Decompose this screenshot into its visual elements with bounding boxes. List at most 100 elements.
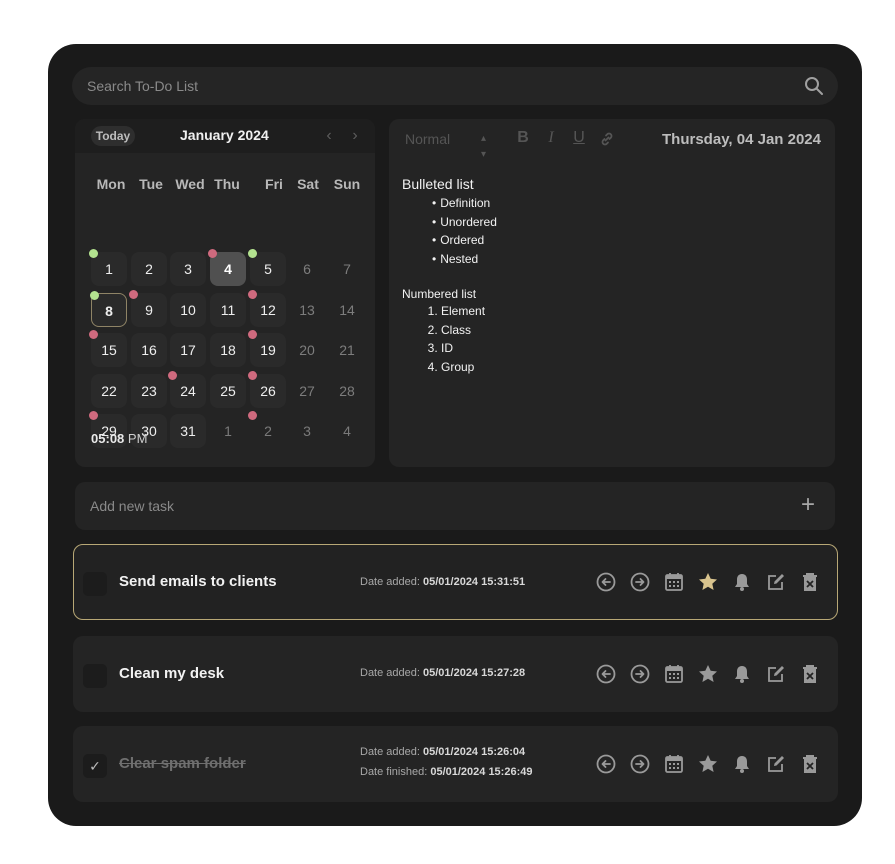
calendar-day[interactable]: 9 bbox=[129, 290, 167, 327]
task-checkbox[interactable] bbox=[83, 664, 107, 688]
move-next-icon[interactable] bbox=[629, 753, 651, 775]
list-item: Element bbox=[441, 302, 497, 321]
list-item: Definition bbox=[432, 194, 497, 213]
edit-icon[interactable] bbox=[765, 571, 787, 593]
calendar-day[interactable]: 3 bbox=[289, 414, 325, 448]
star-icon[interactable] bbox=[697, 753, 719, 775]
delete-icon[interactable] bbox=[799, 571, 821, 593]
bell-icon[interactable] bbox=[731, 663, 753, 685]
bell-icon[interactable] bbox=[731, 571, 753, 593]
event-dot bbox=[248, 290, 257, 299]
list-item: Group bbox=[441, 358, 497, 377]
calendar-day[interactable]: 5 bbox=[248, 249, 286, 286]
calendar-day[interactable]: 6 bbox=[289, 252, 325, 286]
link-icon[interactable] bbox=[599, 131, 615, 147]
calendar-day[interactable]: 28 bbox=[329, 374, 365, 408]
calendar-day[interactable]: 3 bbox=[170, 252, 206, 286]
task-actions bbox=[595, 571, 825, 593]
calendar-day[interactable]: 18 bbox=[210, 333, 246, 367]
task-item[interactable]: ✓ Clear spam folder Date added: 05/01/20… bbox=[73, 726, 838, 802]
search-bar bbox=[72, 67, 838, 105]
calendar-day[interactable]: 31 bbox=[170, 414, 206, 448]
numbered-list: Element Class ID Group bbox=[441, 302, 497, 376]
calendar-day[interactable]: 15 bbox=[89, 330, 127, 367]
task-name: Clear spam folder bbox=[119, 755, 246, 772]
calendar-day-selected[interactable]: 4 bbox=[208, 249, 246, 286]
event-dot bbox=[89, 411, 98, 420]
calendar-day-today[interactable]: 8 bbox=[90, 291, 127, 327]
weekday-label: Tue bbox=[139, 176, 163, 192]
calendar-day[interactable]: 1 bbox=[89, 249, 127, 286]
next-month-icon[interactable]: › bbox=[348, 127, 362, 145]
calendar-icon[interactable] bbox=[663, 663, 685, 685]
bell-icon[interactable] bbox=[731, 753, 753, 775]
italic-button[interactable]: I bbox=[543, 129, 559, 147]
calendar-day[interactable]: 1 bbox=[210, 414, 246, 448]
weekday-label: Thu bbox=[214, 176, 240, 192]
text-style-select[interactable]: Normal bbox=[405, 131, 450, 147]
calendar-icon[interactable] bbox=[663, 753, 685, 775]
task-item[interactable]: Clean my desk Date added: 05/01/2024 15:… bbox=[73, 636, 838, 712]
calendar-day[interactable]: 11 bbox=[210, 293, 246, 327]
star-icon[interactable] bbox=[697, 663, 719, 685]
event-dot bbox=[89, 330, 98, 339]
calendar-day[interactable]: 22 bbox=[91, 374, 127, 408]
calendar-day[interactable]: 23 bbox=[131, 374, 167, 408]
calendar-day[interactable]: 26 bbox=[248, 371, 286, 408]
note-content[interactable]: Bulleted list Definition Unordered Order… bbox=[402, 176, 497, 376]
add-task-input[interactable] bbox=[75, 482, 775, 530]
calendar-day[interactable]: 21 bbox=[329, 333, 365, 367]
delete-icon[interactable] bbox=[799, 663, 821, 685]
calendar-day[interactable]: 25 bbox=[210, 374, 246, 408]
move-next-icon[interactable] bbox=[629, 571, 651, 593]
calendar-day[interactable]: 2 bbox=[131, 252, 167, 286]
move-prev-icon[interactable] bbox=[595, 753, 617, 775]
time-display: 05:08 PM bbox=[91, 431, 148, 446]
edit-icon[interactable] bbox=[765, 753, 787, 775]
weekday-label: Sat bbox=[297, 176, 319, 192]
weekday-label: Sun bbox=[333, 176, 361, 192]
calendar-icon[interactable] bbox=[663, 571, 685, 593]
calendar-day[interactable]: 16 bbox=[131, 333, 167, 367]
plus-icon[interactable]: + bbox=[801, 493, 815, 517]
list-item: Ordered bbox=[432, 231, 497, 250]
calendar-day[interactable]: 14 bbox=[329, 293, 365, 327]
calendar-day[interactable]: 27 bbox=[289, 374, 325, 408]
event-dot bbox=[90, 291, 99, 300]
event-dot bbox=[208, 249, 217, 258]
calendar-day[interactable]: 24 bbox=[168, 371, 206, 408]
task-date-added: Date added: 05/01/2024 15:26:04 bbox=[360, 746, 526, 758]
move-prev-icon[interactable] bbox=[595, 663, 617, 685]
numbered-title: Numbered list bbox=[402, 287, 477, 301]
calendar-day[interactable]: 13 bbox=[289, 293, 325, 327]
move-prev-icon[interactable] bbox=[595, 571, 617, 593]
move-next-icon[interactable] bbox=[629, 663, 651, 685]
event-dot bbox=[168, 371, 177, 380]
calendar-day[interactable]: 7 bbox=[329, 252, 365, 286]
calendar-day[interactable]: 12 bbox=[248, 290, 286, 327]
calendar-day[interactable]: 20 bbox=[289, 333, 325, 367]
bold-button[interactable]: B bbox=[515, 129, 531, 147]
select-caret-icon[interactable]: ▴ ▾ bbox=[481, 131, 486, 163]
calendar-day[interactable]: 17 bbox=[170, 333, 206, 367]
underline-button[interactable]: U bbox=[571, 129, 587, 147]
delete-icon[interactable] bbox=[799, 753, 821, 775]
task-item[interactable]: Send emails to clients Date added: 05/01… bbox=[73, 544, 838, 620]
calendar-day[interactable]: 10 bbox=[170, 293, 206, 327]
list-item: Nested bbox=[432, 250, 497, 269]
star-icon[interactable] bbox=[697, 571, 719, 593]
prev-month-icon[interactable]: ‹ bbox=[322, 127, 336, 145]
search-input[interactable] bbox=[72, 67, 792, 105]
task-checkbox[interactable] bbox=[83, 572, 107, 596]
calendar-day[interactable]: 19 bbox=[248, 330, 286, 367]
calendar-day[interactable]: 4 bbox=[329, 414, 365, 448]
edit-icon[interactable] bbox=[765, 663, 787, 685]
task-name: Clean my desk bbox=[119, 665, 225, 682]
today-button[interactable]: Today bbox=[91, 126, 135, 146]
task-checkbox-checked[interactable]: ✓ bbox=[83, 754, 107, 778]
list-item: Unordered bbox=[432, 213, 497, 232]
search-icon[interactable] bbox=[804, 76, 824, 96]
editor-date: Thursday, 04 Jan 2024 bbox=[662, 131, 821, 148]
task-date-added: Date added: 05/01/2024 15:27:28 bbox=[360, 667, 526, 679]
calendar-day[interactable]: 2 bbox=[248, 411, 286, 448]
